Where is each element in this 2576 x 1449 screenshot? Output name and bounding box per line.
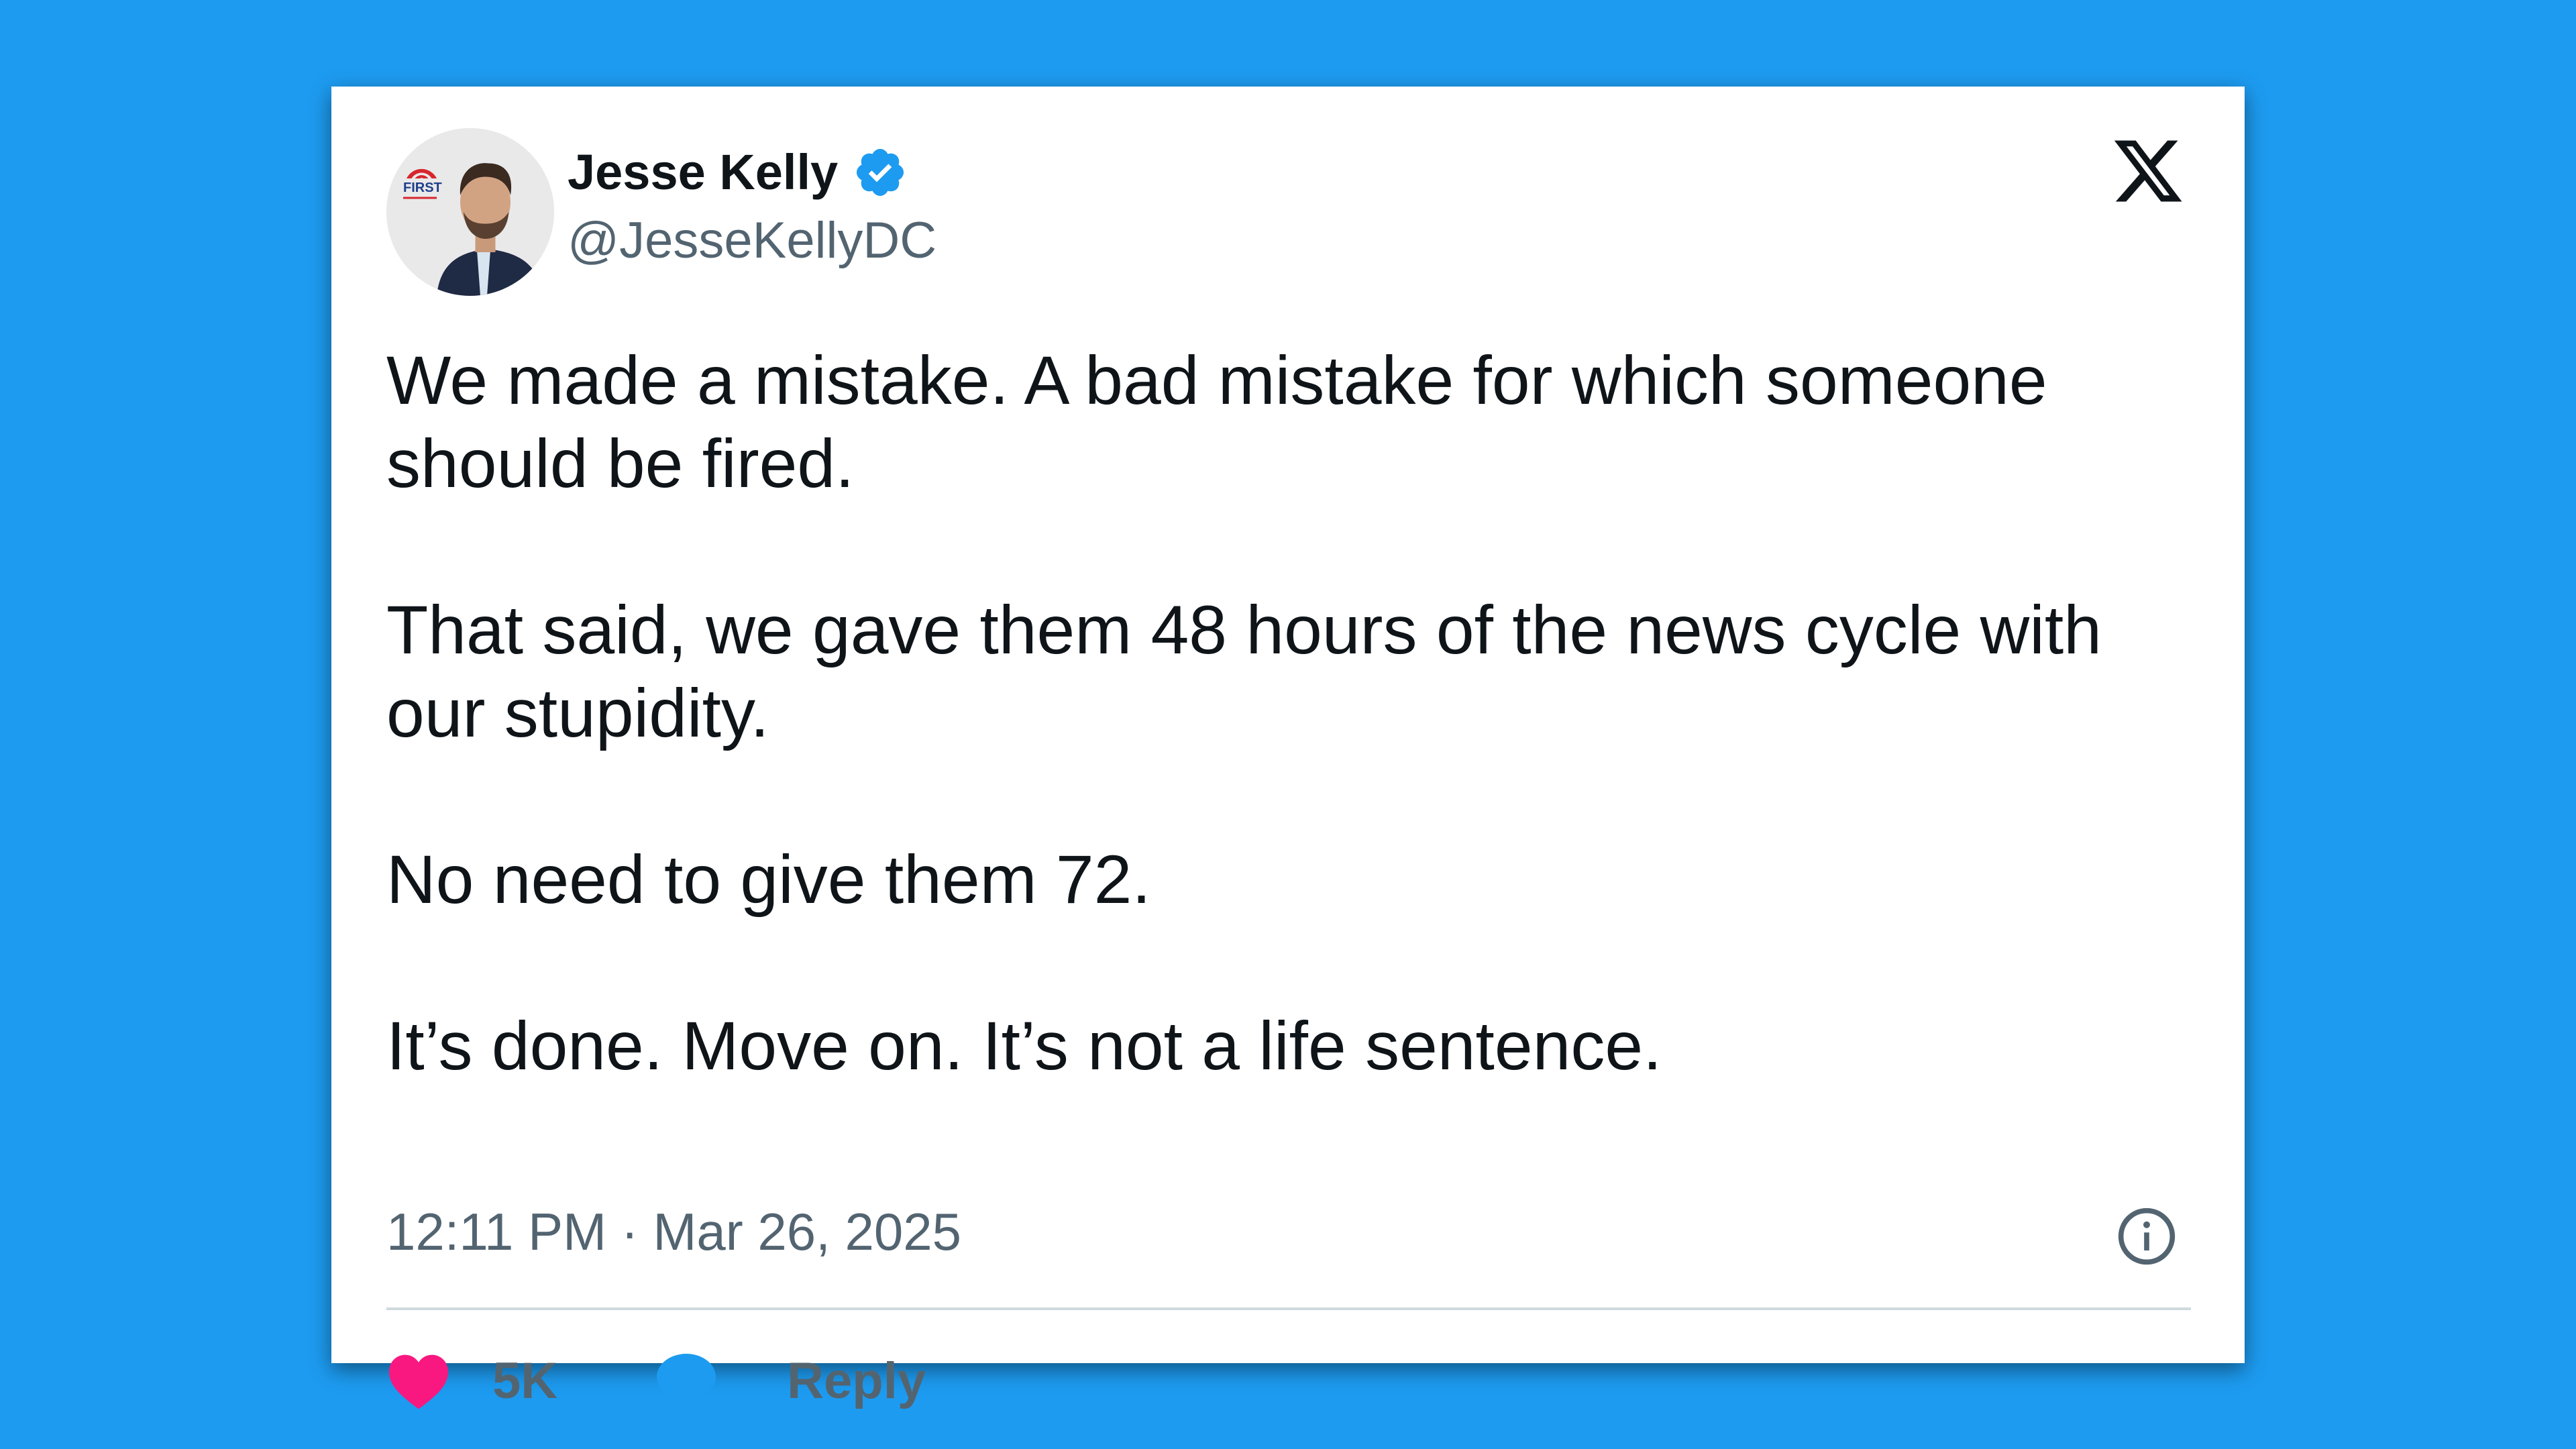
author-handle[interactable]: @JesseKellyDC [568,215,936,266]
reply-button[interactable]: Reply [787,1352,926,1410]
heart-icon[interactable] [386,1350,451,1411]
like-count[interactable]: 5K [492,1352,557,1410]
info-icon[interactable] [2116,1205,2178,1267]
avatar-image: FIRST [386,128,554,296]
tweet-text: We made a mistake. A bad mistake for whi… [386,339,2191,1087]
tweet-paragraph: It’s done. Move on. It’s not a life sent… [386,1008,1662,1084]
divider [386,1307,2191,1310]
tweet-card: FIRST Jesse Kelly @JesseKellyDC We made … [331,87,2245,1411]
avatar-logo-text: FIRST [403,180,442,195]
tweet-paragraph: We made a mistake. A bad mistake for whi… [386,342,2047,502]
avatar[interactable]: FIRST [386,128,554,296]
author-display-name[interactable]: Jesse Kelly [568,148,838,197]
verified-badge-icon [857,148,904,197]
tweet-paragraph: No need to give them 72. [386,841,1151,918]
tweet-timestamp[interactable]: 12:11 PM · Mar 26, 2025 [386,1205,961,1258]
tweet-paragraph: That said, we gave them 48 hours of the … [386,592,2102,751]
x-logo-icon[interactable] [2108,133,2188,209]
author-name-row: Jesse Kelly [568,139,908,206]
reply-bubble-icon[interactable] [653,1348,720,1413]
tweet-actions: 5K Reply [386,1344,926,1417]
